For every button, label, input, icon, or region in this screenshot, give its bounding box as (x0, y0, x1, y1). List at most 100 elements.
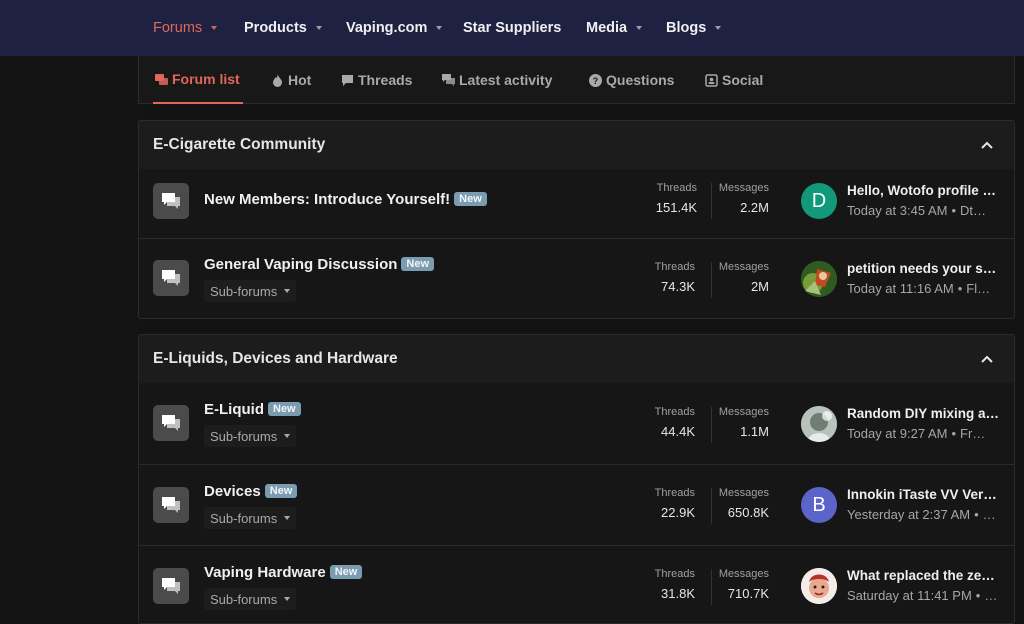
last-post-time[interactable]: Yesterday at 2:37 AM (847, 507, 970, 522)
tab-latest-activity[interactable]: Latest activity (442, 56, 552, 104)
last-post-time[interactable]: Saturday at 11:41 PM (847, 588, 972, 603)
nav-products-label: Products (244, 20, 307, 36)
tab-threads[interactable]: Threads (341, 56, 412, 104)
nav-star-suppliers[interactable]: Star Suppliers (463, 0, 561, 56)
threads-count: 74.3K (661, 279, 695, 294)
stat-divider (711, 262, 712, 298)
threads-stat: Threads 151.4K (649, 182, 697, 215)
tab-forum-list-label: Forum list (172, 71, 240, 87)
avatar-image (801, 406, 837, 442)
subforums-toggle[interactable]: Sub-forums (204, 425, 297, 447)
messages-count: 1.1M (740, 424, 769, 439)
avatar[interactable] (801, 261, 837, 297)
subforums-toggle[interactable]: Sub-forums (204, 507, 297, 529)
stat-divider (711, 569, 712, 605)
chevron-down-icon (284, 597, 291, 601)
messages-count: 2M (750, 279, 769, 294)
threads-stat: Threads 22.9K (649, 487, 695, 520)
nav-products[interactable]: Products (244, 0, 322, 56)
left-gutter (0, 56, 138, 618)
tab-social[interactable]: Social (705, 56, 763, 104)
new-badge: New (454, 192, 487, 206)
last-post-time[interactable]: Today at 3:45 AM (847, 203, 947, 218)
subforums-toggle[interactable]: Sub-forums (204, 588, 297, 610)
tab-forum-list[interactable]: Forum list (153, 56, 243, 104)
category-title[interactable]: E-Cigarette Community (153, 136, 325, 154)
forum-node-icon[interactable] (153, 183, 189, 219)
last-post-title[interactable]: What replaced the ze… (847, 568, 1007, 583)
last-post-title[interactable]: Random DIY mixing a… (847, 406, 1007, 421)
nav-forums[interactable]: Forums (153, 0, 218, 56)
avatar-image (801, 568, 837, 604)
category-title[interactable]: E-Liquids, Devices and Hardware (153, 350, 398, 368)
last-post-user[interactable]: Dt… (960, 203, 986, 218)
last-post-time[interactable]: Today at 11:16 AM (847, 281, 954, 296)
chevron-up-icon[interactable] (980, 352, 994, 366)
svg-text:?: ? (593, 76, 599, 86)
tab-questions[interactable]: ? Questions (589, 56, 674, 104)
tab-hot-label: Hot (288, 72, 312, 88)
tab-hot[interactable]: Hot (271, 56, 311, 104)
last-post-user[interactable]: … (984, 588, 997, 603)
stat-divider (711, 407, 712, 443)
avatar[interactable]: B (801, 487, 837, 523)
threads-count: 22.9K (661, 505, 695, 520)
forum-node-title-text: E-Liquid (204, 401, 264, 418)
forum-node-title[interactable]: Devices New (204, 483, 298, 500)
messages-stat: Messages 1.1M (713, 406, 769, 439)
comments-icon (162, 193, 180, 209)
last-post-user[interactable]: Fr… (960, 426, 985, 441)
forum-node-title[interactable]: Vaping Hardware New (204, 564, 363, 581)
nav-media[interactable]: Media (586, 0, 643, 56)
messages-count: 650.8K (727, 505, 769, 520)
stat-divider (711, 488, 712, 524)
avatar-image (801, 261, 837, 297)
last-post-user[interactable]: … (983, 507, 996, 522)
messages-stat: Messages 710.7K (713, 568, 769, 601)
avatar[interactable]: D (801, 183, 837, 219)
chevron-down-icon[interactable] (211, 26, 218, 30)
avatar[interactable] (801, 568, 837, 604)
last-post-title[interactable]: Innokin iTaste VV Ver… (847, 487, 1007, 502)
chevron-down-icon[interactable] (636, 26, 643, 30)
subforums-toggle[interactable]: Sub-forums (204, 280, 297, 302)
meta-separator: • (951, 203, 957, 218)
subforums-label: Sub-forums (210, 283, 278, 299)
chevron-up-icon[interactable] (980, 138, 994, 152)
forum-node-icon[interactable] (153, 260, 189, 296)
new-badge: New (401, 257, 435, 271)
nav-vaping-com[interactable]: Vaping.com (346, 0, 443, 56)
forum-node-title-text: Vaping Hardware (204, 564, 326, 581)
chevron-down-icon[interactable] (715, 26, 722, 30)
messages-count: 2.2M (740, 200, 769, 215)
messages-label: Messages (718, 261, 769, 273)
last-post-title[interactable]: petition needs your s… (847, 261, 1007, 276)
forum-node-icon[interactable] (153, 568, 189, 604)
forum-node-title[interactable]: E-Liquid New (204, 401, 301, 418)
last-post-user[interactable]: Fl… (966, 281, 990, 296)
last-post-meta: Saturday at 11:41 PM •… (847, 588, 1007, 603)
meta-separator: • (951, 426, 957, 441)
messages-stat: Messages 650.8K (713, 487, 769, 520)
nav-blogs[interactable]: Blogs (666, 0, 722, 56)
top-navigation: Forums Products Vaping.com Star Supplier… (0, 0, 1024, 56)
user-card-icon (705, 73, 718, 87)
messages-label: Messages (718, 487, 769, 499)
nav-blogs-label: Blogs (666, 20, 707, 36)
chevron-down-icon[interactable] (315, 26, 322, 30)
subforums-label: Sub-forums (210, 428, 278, 444)
forum-node-title[interactable]: General Vaping Discussion New (204, 256, 435, 273)
forum-node-icon[interactable] (153, 405, 189, 441)
chevron-down-icon[interactable] (436, 26, 443, 30)
last-post-title[interactable]: Hello, Wotofo profile … (847, 183, 1007, 198)
comments-icon (162, 497, 180, 513)
forum-tabs: Forum list Hot Threads Latest activity ?… (138, 56, 1015, 104)
last-post-meta: Today at 3:45 AM • Dt… (847, 203, 1007, 218)
threads-label: Threads (654, 406, 695, 418)
last-post-time[interactable]: Today at 9:27 AM (847, 426, 947, 441)
question-circle-icon: ? (589, 73, 602, 87)
avatar[interactable] (801, 406, 837, 442)
forum-node-icon[interactable] (153, 487, 189, 523)
threads-count: 44.4K (661, 424, 695, 439)
forum-node-title[interactable]: New Members: Introduce Yourself! New (204, 191, 487, 208)
